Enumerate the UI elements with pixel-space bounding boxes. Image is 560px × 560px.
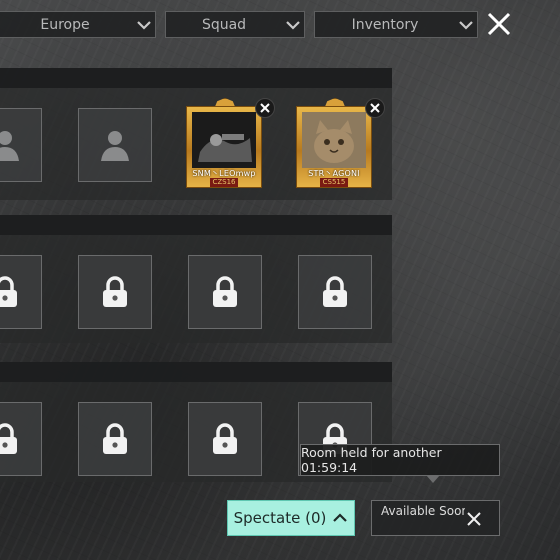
team-panel-header — [0, 362, 392, 382]
tooltip-text: Room held for another 01:59:14 — [301, 445, 442, 475]
lobby-screen: Europe Squad Inventory SNM丶LEOmwp CZS16 … — [0, 0, 560, 560]
padlock-icon — [213, 423, 237, 454]
empty-slot[interactable] — [0, 108, 42, 182]
empty-slot[interactable] — [78, 108, 152, 182]
mode-dropdown[interactable]: Squad — [165, 11, 305, 38]
tooltip-arrow — [426, 475, 440, 483]
locked-slot[interactable] — [188, 402, 262, 476]
locked-slot[interactable] — [78, 255, 152, 329]
chevron-up-icon — [333, 513, 348, 522]
locked-slot[interactable] — [78, 402, 152, 476]
clan-tag: CZS16 — [210, 178, 238, 187]
person-silhouette-icon — [101, 131, 129, 161]
remove-x-icon[interactable] — [255, 98, 275, 118]
player-card[interactable]: SNM丶LEOmwp CZS16 — [180, 98, 275, 194]
padlock-icon — [0, 423, 17, 454]
team-panel-2 — [0, 215, 392, 343]
team-panel-header — [0, 68, 392, 88]
close-icon[interactable] — [484, 9, 514, 39]
inventory-dropdown[interactable]: Inventory — [314, 11, 478, 38]
player-avatar — [302, 112, 366, 168]
clan-tag: CS515 — [320, 178, 348, 187]
inventory-label: Inventory — [351, 16, 419, 33]
player-card[interactable]: STR丶AGONI CS515 — [290, 98, 385, 194]
region-dropdown[interactable]: Europe — [0, 11, 156, 38]
padlock-icon — [213, 276, 237, 307]
locked-slot[interactable] — [298, 255, 372, 329]
close-icon[interactable] — [465, 510, 483, 528]
chevron-down-icon — [282, 20, 304, 30]
player-avatar — [192, 112, 256, 168]
padlock-icon — [103, 276, 127, 307]
region-label: Europe — [40, 16, 90, 33]
available-soon-panel: Available Soon — [371, 500, 500, 536]
chevron-down-icon — [133, 20, 155, 30]
padlock-icon — [0, 276, 17, 307]
locked-slot[interactable] — [0, 402, 42, 476]
mode-label: Squad — [201, 16, 247, 33]
locked-slot[interactable] — [188, 255, 262, 329]
spectate-button[interactable]: Spectate (0) — [227, 500, 355, 536]
remove-x-icon[interactable] — [365, 98, 385, 118]
padlock-icon — [323, 276, 347, 307]
spectate-label: Spectate (0) — [233, 509, 327, 527]
chevron-down-icon — [455, 20, 477, 30]
team-panel-header — [0, 215, 392, 235]
locked-slot[interactable] — [0, 255, 42, 329]
team-panel-1: SNM丶LEOmwp CZS16 STR丶AGONI CS515 — [0, 68, 392, 200]
person-silhouette-icon — [0, 131, 19, 161]
room-held-tooltip: Room held for another 01:59:14 — [300, 444, 500, 476]
available-soon-label: Available Soon — [381, 504, 465, 518]
padlock-icon — [103, 423, 127, 454]
